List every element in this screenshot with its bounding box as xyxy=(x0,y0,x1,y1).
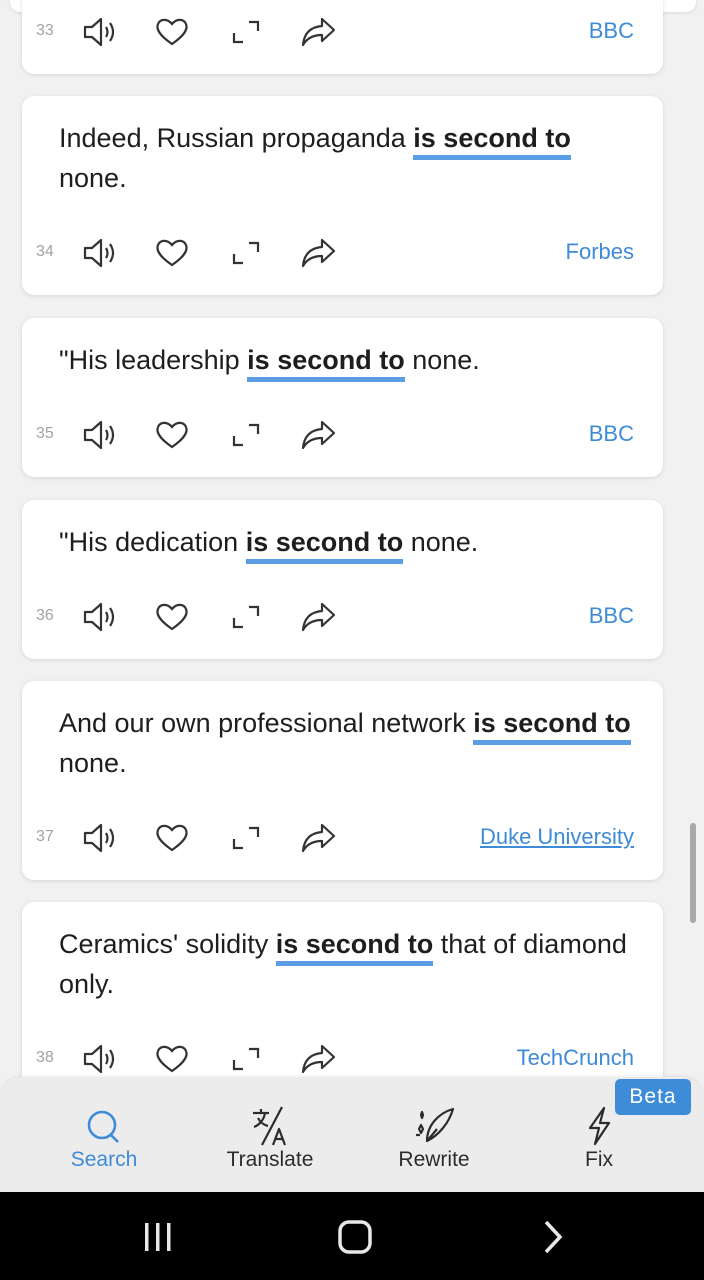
card-actions: 33 BBC xyxy=(22,12,663,52)
system-nav-bar xyxy=(0,1192,704,1280)
highlighted-phrase: is second to xyxy=(275,929,434,966)
share-icon[interactable] xyxy=(299,14,339,50)
result-card: Ceramics' solidity is second to that of … xyxy=(22,902,663,1080)
heart-icon[interactable] xyxy=(152,599,192,635)
heart-icon[interactable] xyxy=(152,820,192,856)
home-button[interactable] xyxy=(325,1214,385,1260)
quill-icon xyxy=(416,1107,455,1143)
sentence-text: Ceramics' solidity xyxy=(59,929,276,959)
lightning-icon xyxy=(588,1106,611,1146)
source-link[interactable]: TechCrunch xyxy=(517,1045,634,1071)
source-link[interactable]: Duke University xyxy=(480,824,634,850)
result-number: 36 xyxy=(36,607,54,624)
share-icon[interactable] xyxy=(299,599,339,635)
speaker-icon[interactable] xyxy=(80,599,120,635)
sentence-text: none. xyxy=(59,163,127,193)
share-icon[interactable] xyxy=(299,417,339,453)
sentence-text: "His dedication xyxy=(59,527,246,557)
speaker-icon[interactable] xyxy=(80,14,120,50)
tab-label: Translate xyxy=(226,1148,314,1171)
sentence-text: none. xyxy=(403,527,479,557)
sentence-text: none. xyxy=(404,345,480,375)
speaker-icon[interactable] xyxy=(80,417,120,453)
expand-icon[interactable] xyxy=(226,235,266,271)
highlighted-phrase: is second to xyxy=(245,527,404,564)
example-sentence: "His dedication is second to none. xyxy=(59,522,639,564)
heart-icon[interactable] xyxy=(152,1041,192,1077)
share-icon[interactable] xyxy=(299,820,339,856)
tab-label: Rewrite xyxy=(398,1148,470,1171)
sentence-text: And our own professional network xyxy=(59,708,474,738)
recents-button[interactable] xyxy=(128,1214,188,1260)
example-sentence: Ceramics' solidity is second to that of … xyxy=(59,924,639,1004)
beta-badge: Beta xyxy=(615,1079,691,1115)
example-sentence: "His leadership is second to none. xyxy=(59,340,639,382)
result-card: "His leadership is second to none. 35 BB… xyxy=(22,318,663,477)
tab-rewrite[interactable]: Rewrite xyxy=(359,1105,509,1175)
source-link[interactable]: BBC xyxy=(589,421,634,447)
result-card: 33 BBC xyxy=(22,0,663,74)
results-feed[interactable]: 33 BBC Indeed, Russian propaganda is sec… xyxy=(0,0,704,1080)
highlighted-phrase: is second to xyxy=(247,345,405,382)
speaker-icon[interactable] xyxy=(80,1041,120,1077)
sentence-text: "His leadership xyxy=(59,345,248,375)
highlighted-phrase: is second to xyxy=(413,123,571,160)
example-sentence: Indeed, Russian propaganda is second to … xyxy=(59,118,639,198)
result-number: 35 xyxy=(36,425,54,442)
tab-translate[interactable]: Translate xyxy=(195,1105,345,1175)
share-icon[interactable] xyxy=(299,1041,339,1077)
result-number: 34 xyxy=(36,243,54,260)
heart-icon[interactable] xyxy=(152,235,192,271)
card-actions: 36 BBC xyxy=(22,597,663,637)
example-sentence: And our own professional network is seco… xyxy=(59,703,639,783)
expand-icon[interactable] xyxy=(226,599,266,635)
result-number: 37 xyxy=(36,828,54,845)
translate-icon xyxy=(253,1106,287,1146)
expand-icon[interactable] xyxy=(226,820,266,856)
result-card: And our own professional network is seco… xyxy=(22,681,663,880)
card-actions: 34 Forbes xyxy=(22,233,663,273)
source-link[interactable]: BBC xyxy=(589,18,634,44)
result-number: 38 xyxy=(36,1049,54,1066)
heart-icon[interactable] xyxy=(152,14,192,50)
back-button[interactable] xyxy=(522,1214,582,1260)
heart-icon[interactable] xyxy=(152,417,192,453)
card-actions: 37 Duke University xyxy=(22,818,663,858)
source-link[interactable]: BBC xyxy=(589,603,634,629)
sentence-text: none. xyxy=(59,748,127,778)
sentence-text: Indeed, Russian propaganda xyxy=(59,123,414,153)
chevron-right-icon xyxy=(544,1220,563,1254)
search-icon xyxy=(87,1110,119,1143)
bottom-nav: Search Translate Rewrite Fix xyxy=(0,1077,704,1192)
scrollbar-thumb[interactable] xyxy=(690,823,696,923)
speaker-icon[interactable] xyxy=(80,820,120,856)
expand-icon[interactable] xyxy=(226,14,266,50)
tab-label: Fix xyxy=(585,1148,613,1171)
source-link[interactable]: Forbes xyxy=(566,239,634,265)
result-card: "His dedication is second to none. 36 BB… xyxy=(22,500,663,659)
tab-label: Search xyxy=(70,1148,138,1171)
speaker-icon[interactable] xyxy=(80,235,120,271)
expand-icon[interactable] xyxy=(226,1041,266,1077)
expand-icon[interactable] xyxy=(226,417,266,453)
tab-fix[interactable]: Fix xyxy=(524,1105,674,1175)
tab-search[interactable]: Search xyxy=(29,1105,179,1175)
result-card: Indeed, Russian propaganda is second to … xyxy=(22,96,663,295)
share-icon[interactable] xyxy=(299,235,339,271)
card-actions: 38 TechCrunch xyxy=(22,1039,663,1079)
card-actions: 35 BBC xyxy=(22,415,663,455)
result-number: 33 xyxy=(36,22,54,39)
home-icon xyxy=(338,1220,372,1254)
highlighted-phrase: is second to xyxy=(473,708,631,745)
recents-icon xyxy=(145,1223,171,1251)
